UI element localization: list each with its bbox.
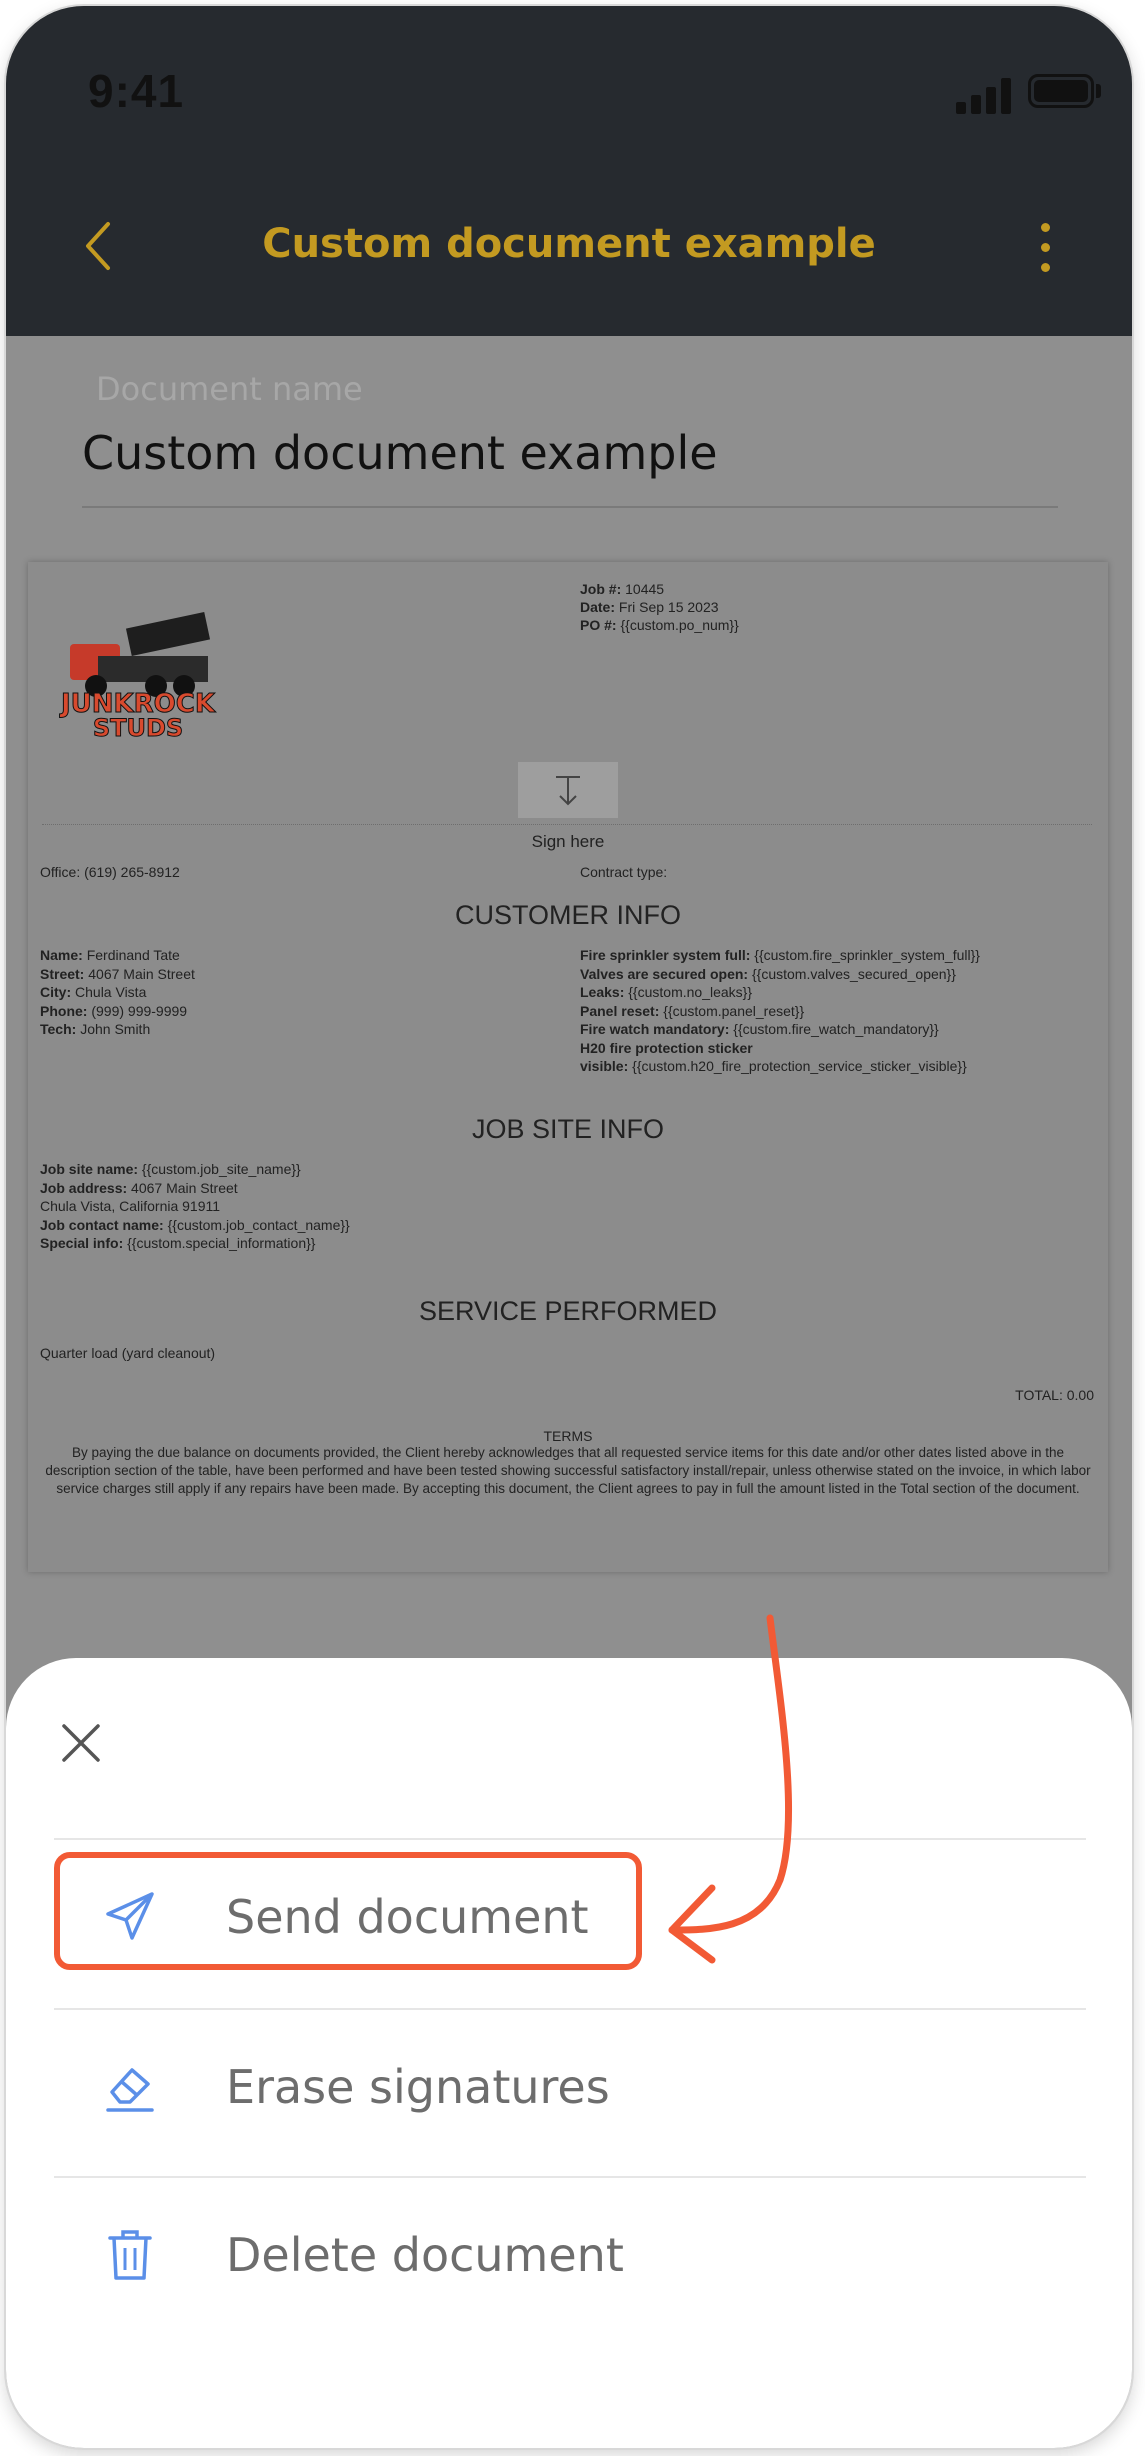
signal-icon bbox=[956, 76, 1016, 114]
info-value: {{custom.h20_fire_protection_service_sti… bbox=[632, 1058, 967, 1074]
info-key: Name: bbox=[40, 947, 83, 963]
contract-type: Contract type: bbox=[580, 864, 668, 880]
info-row: Special info: {{custom.special_informati… bbox=[40, 1234, 350, 1253]
job-site-details: Job site name: {{custom.job_site_name}} … bbox=[40, 1160, 350, 1253]
page-title: Custom document example bbox=[262, 221, 876, 267]
info-row: Job site name: {{custom.job_site_name}} bbox=[40, 1160, 350, 1179]
info-value: {{custom.job_contact_name}} bbox=[167, 1216, 350, 1233]
info-key: Job contact name: bbox=[40, 1216, 164, 1233]
info-row: Fire watch mandatory: {{custom.fire_watc… bbox=[580, 1020, 980, 1039]
trash-icon bbox=[108, 2230, 152, 2280]
info-value: 4067 Main Street bbox=[131, 1179, 238, 1196]
close-button[interactable] bbox=[58, 1720, 104, 1766]
action-sheet: Send document Erase signatures Delete do… bbox=[6, 1658, 1132, 2448]
document-preview: JUNKROCK STUDS Job #: 10445 Date: Fri Se… bbox=[28, 562, 1108, 1572]
erase-signatures-button[interactable]: Erase signatures bbox=[54, 2010, 1086, 2176]
info-value: {{custom.fire_watch_mandatory}} bbox=[733, 1021, 939, 1037]
logo-text-bottom: STUDS bbox=[93, 714, 183, 740]
info-key: Special info: bbox=[40, 1235, 124, 1251]
office-phone: Office: (619) 265-8912 bbox=[40, 864, 180, 880]
info-value: (999) 999-9999 bbox=[91, 1002, 188, 1019]
battery-icon bbox=[1028, 74, 1094, 108]
info-row: H20 fire protection sticker bbox=[580, 1039, 980, 1058]
info-value: {{custom.job_site_name}} bbox=[141, 1161, 301, 1177]
job-meta: Job #: 10445 Date: Fri Sep 15 2023 PO #:… bbox=[580, 580, 739, 634]
field-underline bbox=[82, 506, 1058, 508]
info-value: {{custom.no_leaks}} bbox=[628, 984, 753, 1000]
total-amount: TOTAL: 0.00 bbox=[1015, 1387, 1094, 1403]
status-time: 9:41 bbox=[88, 65, 185, 117]
customer-details: Name: Ferdinand Tate Street: 4067 Main S… bbox=[40, 946, 195, 1039]
info-value: Chula Vista bbox=[75, 984, 147, 1000]
info-key: Street: bbox=[40, 965, 85, 982]
info-row: Chula Vista, California 91911 bbox=[40, 1197, 350, 1216]
sign-arrow-icon bbox=[556, 776, 580, 806]
info-row: Job address: 4067 Main Street bbox=[40, 1179, 350, 1198]
battery-cap bbox=[1096, 84, 1101, 98]
info-key: Job address: bbox=[40, 1179, 128, 1196]
info-value: {{custom.valves_secured_open}} bbox=[751, 965, 956, 982]
info-key: City: bbox=[40, 984, 72, 1000]
info-row: Phone: (999) 999-9999 bbox=[40, 1002, 195, 1021]
eraser-icon bbox=[106, 2068, 154, 2112]
info-key: Leaks: bbox=[580, 984, 625, 1000]
document-name-label: Document name bbox=[96, 370, 363, 408]
info-value: John Smith bbox=[80, 1021, 151, 1037]
info-row: Name: Ferdinand Tate bbox=[40, 946, 195, 965]
job-number: 10445 bbox=[625, 581, 665, 597]
info-key: Fire watch mandatory: bbox=[580, 1021, 730, 1037]
close-icon bbox=[62, 1724, 100, 1762]
po-label: PO #: bbox=[580, 617, 617, 633]
info-row: Leaks: {{custom.no_leaks}} bbox=[580, 983, 980, 1002]
delete-document-button[interactable]: Delete document bbox=[54, 2178, 1086, 2344]
signature-line bbox=[42, 824, 1092, 825]
terms-heading: TERMS bbox=[543, 1428, 593, 1444]
service-performed-heading: SERVICE PERFORMED bbox=[418, 1296, 718, 1326]
info-row: Job contact name: {{custom.job_contact_n… bbox=[40, 1216, 350, 1235]
info-key: Tech: bbox=[40, 1021, 77, 1037]
info-key: H20 fire protection sticker bbox=[580, 1039, 753, 1056]
info-row: City: Chula Vista bbox=[40, 983, 195, 1002]
job-date: Fri Sep 15 2023 bbox=[618, 599, 719, 615]
sign-here-label: Sign here bbox=[531, 832, 605, 851]
info-value: Ferdinand Tate bbox=[86, 947, 180, 963]
info-row: Street: 4067 Main Street bbox=[40, 965, 195, 984]
customer-info-heading: CUSTOMER INFO bbox=[454, 900, 681, 930]
info-value: Chula Vista, California 91911 bbox=[40, 1198, 221, 1214]
info-key: Valves are secured open: bbox=[580, 965, 749, 982]
app-header: 9:41 Custom document example bbox=[6, 6, 1132, 336]
date-label: Date: bbox=[580, 599, 616, 615]
info-value: {{custom.panel_reset}} bbox=[663, 1002, 805, 1019]
signature-field[interactable] bbox=[518, 762, 618, 818]
info-value: {{custom.fire_sprinkler_system_full}} bbox=[754, 947, 980, 963]
info-key: Fire sprinkler system full: bbox=[580, 947, 751, 963]
service-line: Quarter load (yard cleanout) bbox=[40, 1345, 216, 1361]
info-row: visible: {{custom.h20_fire_protection_se… bbox=[580, 1057, 980, 1076]
po-number: {{custom.po_num}} bbox=[620, 617, 739, 633]
company-logo: JUNKROCK STUDS bbox=[58, 611, 216, 740]
document-name-field[interactable]: Custom document example bbox=[82, 426, 718, 480]
info-row: Valves are secured open: {{custom.valves… bbox=[580, 965, 980, 984]
inspection-details: Fire sprinkler system full: {{custom.fir… bbox=[580, 946, 980, 1076]
info-value: 4067 Main Street bbox=[88, 965, 195, 982]
erase-signatures-label: Erase signatures bbox=[226, 2060, 610, 2114]
info-row: Fire sprinkler system full: {{custom.fir… bbox=[580, 946, 980, 965]
job-label: Job #: bbox=[580, 581, 622, 597]
info-key: visible: bbox=[580, 1058, 629, 1074]
info-value: {{custom.special_information}} bbox=[127, 1235, 316, 1251]
delete-document-label: Delete document bbox=[226, 2228, 624, 2282]
info-row: Tech: John Smith bbox=[40, 1020, 195, 1039]
info-key: Panel reset: bbox=[580, 1002, 660, 1019]
info-key: Phone: bbox=[40, 1002, 88, 1019]
phone-screen: 9:41 Custom document example Document na… bbox=[6, 6, 1132, 2448]
info-key: Job site name: bbox=[40, 1161, 139, 1177]
more-options-button[interactable] bbox=[1026, 221, 1066, 275]
terms-text: By paying the due balance on documents p… bbox=[45, 1445, 1091, 1496]
job-site-info-heading: JOB SITE INFO bbox=[471, 1114, 665, 1144]
info-row: Panel reset: {{custom.panel_reset}} bbox=[580, 1002, 980, 1021]
send-document-highlight bbox=[54, 1852, 642, 1970]
